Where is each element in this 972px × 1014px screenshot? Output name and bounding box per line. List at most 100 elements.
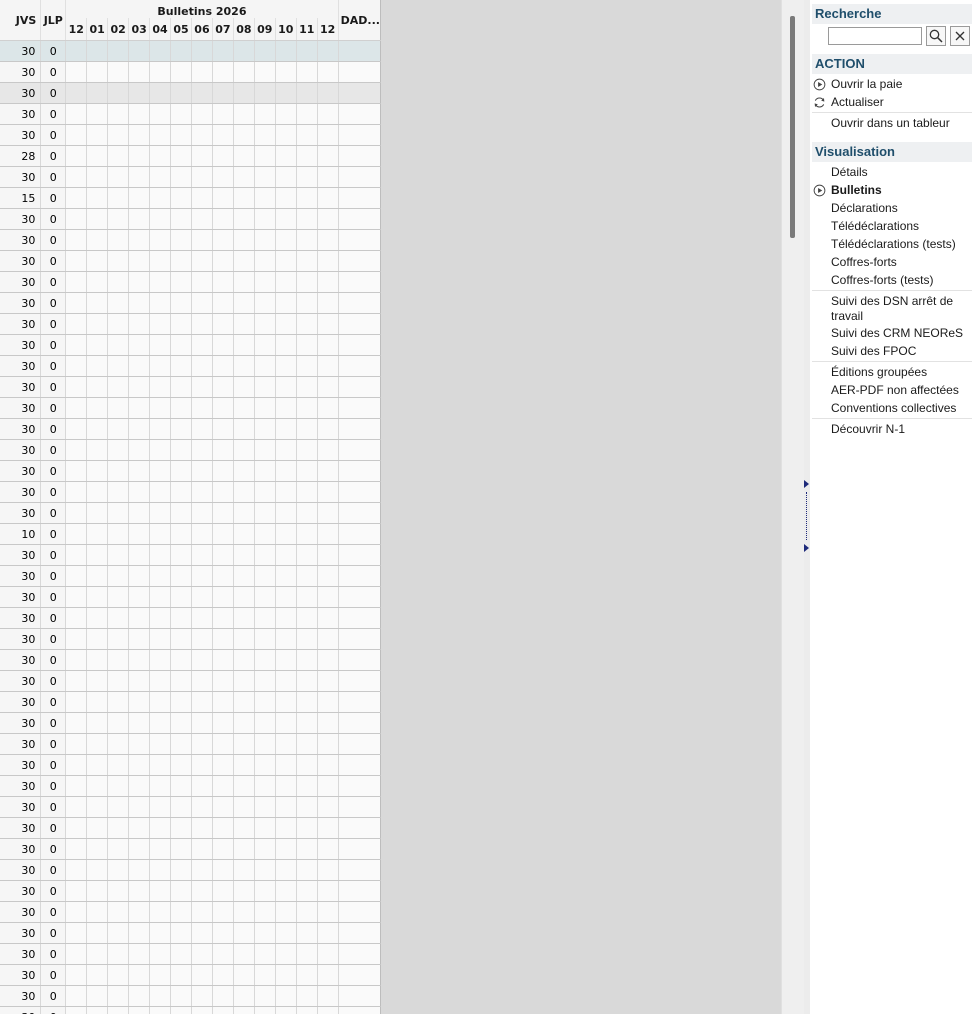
cell-month[interactable] bbox=[107, 691, 130, 713]
cell-month[interactable] bbox=[254, 586, 276, 608]
cell-month[interactable] bbox=[296, 481, 318, 503]
cell-dad[interactable] bbox=[338, 838, 381, 860]
cell-month[interactable] bbox=[65, 796, 88, 818]
cell-month[interactable] bbox=[212, 922, 234, 944]
cell-month[interactable] bbox=[170, 481, 192, 503]
cell-month[interactable] bbox=[317, 607, 339, 629]
cell-month[interactable] bbox=[107, 943, 130, 965]
cell-month[interactable] bbox=[86, 1006, 109, 1014]
cell-dad[interactable] bbox=[338, 502, 381, 524]
cell-month[interactable] bbox=[170, 187, 192, 209]
cell-month[interactable] bbox=[86, 187, 109, 209]
cell-month[interactable] bbox=[107, 607, 130, 629]
cell-month[interactable] bbox=[149, 943, 172, 965]
cell-month[interactable] bbox=[317, 187, 339, 209]
cell-month[interactable] bbox=[128, 292, 151, 314]
cell-jlp[interactable]: 0 bbox=[40, 418, 67, 440]
cell-month[interactable] bbox=[149, 103, 172, 125]
search-input[interactable] bbox=[828, 27, 922, 45]
cell-month[interactable] bbox=[254, 460, 276, 482]
cell-month[interactable] bbox=[275, 187, 297, 209]
cell-jvs[interactable]: 30 bbox=[0, 313, 42, 335]
cell-month[interactable] bbox=[128, 250, 151, 272]
cell-month[interactable] bbox=[107, 754, 130, 776]
cell-month[interactable] bbox=[65, 292, 88, 314]
cell-month[interactable] bbox=[254, 775, 276, 797]
cell-month[interactable] bbox=[212, 460, 234, 482]
cell-month[interactable] bbox=[107, 313, 130, 335]
table-row[interactable]: 300 bbox=[0, 229, 381, 251]
cell-jlp[interactable]: 0 bbox=[40, 166, 67, 188]
cell-month[interactable] bbox=[212, 880, 234, 902]
cell-month[interactable] bbox=[275, 502, 297, 524]
cell-month[interactable] bbox=[275, 817, 297, 839]
cell-jvs[interactable]: 30 bbox=[0, 250, 42, 272]
cell-jvs[interactable]: 30 bbox=[0, 376, 42, 398]
cell-month[interactable] bbox=[296, 82, 318, 104]
cell-month[interactable] bbox=[275, 670, 297, 692]
cell-month[interactable] bbox=[317, 922, 339, 944]
cell-jvs[interactable]: 30 bbox=[0, 922, 42, 944]
cell-month[interactable] bbox=[212, 796, 234, 818]
table-row[interactable]: 300 bbox=[0, 439, 381, 461]
col-header-dad[interactable]: DAD... bbox=[338, 0, 381, 41]
cell-jvs[interactable]: 30 bbox=[0, 817, 42, 839]
view-editions-groupees[interactable]: Éditions groupées bbox=[831, 365, 972, 380]
cell-month[interactable] bbox=[65, 166, 88, 188]
view-suivi-dsn-arret[interactable]: Suivi des DSN arrêt de travail bbox=[831, 294, 967, 324]
cell-month[interactable] bbox=[65, 817, 88, 839]
cell-month[interactable] bbox=[149, 838, 172, 860]
view-decouvrir-n1[interactable]: Découvrir N-1 bbox=[831, 422, 972, 437]
cell-month[interactable] bbox=[65, 271, 88, 293]
cell-dad[interactable] bbox=[338, 313, 381, 335]
collapse-arrow-icon[interactable] bbox=[804, 480, 809, 488]
cell-dad[interactable] bbox=[338, 397, 381, 419]
cell-jvs[interactable]: 30 bbox=[0, 418, 42, 440]
cell-dad[interactable] bbox=[338, 355, 381, 377]
cell-jvs[interactable]: 30 bbox=[0, 502, 42, 524]
cell-month[interactable] bbox=[170, 145, 192, 167]
cell-month[interactable] bbox=[317, 460, 339, 482]
cell-month[interactable] bbox=[212, 901, 234, 923]
cell-month[interactable] bbox=[212, 754, 234, 776]
table-row[interactable]: 300 bbox=[0, 964, 381, 986]
cell-month[interactable] bbox=[86, 565, 109, 587]
table-row[interactable]: 300 bbox=[0, 880, 381, 902]
cell-month[interactable] bbox=[296, 859, 318, 881]
cell-month[interactable] bbox=[107, 775, 130, 797]
cell-jlp[interactable]: 0 bbox=[40, 397, 67, 419]
expand-arrow-icon[interactable] bbox=[804, 544, 809, 552]
cell-month[interactable] bbox=[149, 439, 172, 461]
cell-dad[interactable] bbox=[338, 817, 381, 839]
cell-month[interactable] bbox=[212, 376, 234, 398]
cell-jvs[interactable]: 30 bbox=[0, 607, 42, 629]
cell-month[interactable] bbox=[317, 754, 339, 776]
cell-month[interactable] bbox=[212, 670, 234, 692]
cell-month[interactable] bbox=[212, 187, 234, 209]
cell-month[interactable] bbox=[212, 439, 234, 461]
cell-month[interactable] bbox=[86, 61, 109, 83]
col-header-month[interactable]: 06 bbox=[191, 18, 213, 41]
cell-dad[interactable] bbox=[338, 439, 381, 461]
cell-jlp[interactable]: 0 bbox=[40, 670, 67, 692]
cell-month[interactable] bbox=[86, 586, 109, 608]
cell-month[interactable] bbox=[170, 985, 192, 1007]
cell-month[interactable] bbox=[296, 775, 318, 797]
cell-month[interactable] bbox=[170, 649, 192, 671]
cell-month[interactable] bbox=[65, 397, 88, 419]
cell-dad[interactable] bbox=[338, 754, 381, 776]
cell-month[interactable] bbox=[317, 124, 339, 146]
cell-month[interactable] bbox=[149, 313, 172, 335]
cell-dad[interactable] bbox=[338, 103, 381, 125]
cell-month[interactable] bbox=[275, 271, 297, 293]
cell-month[interactable] bbox=[128, 460, 151, 482]
cell-dad[interactable] bbox=[338, 271, 381, 293]
cell-month[interactable] bbox=[128, 502, 151, 524]
cell-month[interactable] bbox=[149, 124, 172, 146]
cell-month[interactable] bbox=[233, 376, 255, 398]
cell-month[interactable] bbox=[170, 376, 192, 398]
table-row[interactable]: 300 bbox=[0, 40, 381, 62]
cell-month[interactable] bbox=[296, 166, 318, 188]
cell-month[interactable] bbox=[233, 103, 255, 125]
cell-month[interactable] bbox=[128, 145, 151, 167]
